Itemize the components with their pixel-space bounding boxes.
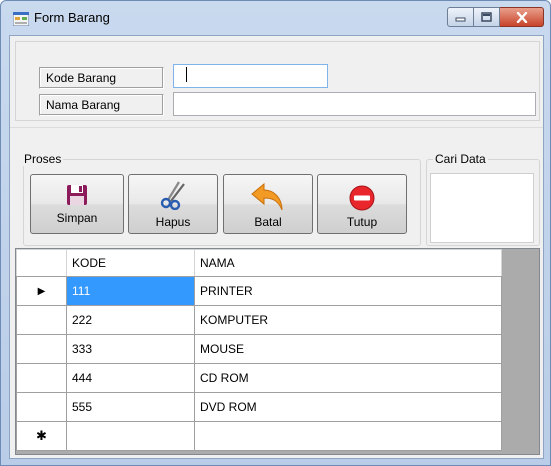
grid-cell-nama[interactable]: KOMPUTER [194, 305, 502, 335]
table-row[interactable]: ▶ 111 PRINTER [16, 276, 502, 306]
new-row-indicator[interactable]: ✱ [16, 421, 67, 451]
scissors-icon [160, 181, 185, 210]
grid-cell-kode[interactable]: 111 [66, 276, 195, 306]
data-grid-table: KODE NAMA ▶ 111 PRINTER 222 KOMPUTER 333… [16, 249, 502, 451]
new-row[interactable]: ✱ [16, 421, 502, 451]
grid-cell-kode[interactable] [66, 421, 195, 451]
grid-cell-nama[interactable]: DVD ROM [194, 392, 502, 422]
current-row-indicator[interactable]: ▶ [16, 276, 67, 306]
hapus-label: Hapus [155, 215, 191, 229]
grid-header-row: KODE NAMA [16, 249, 502, 277]
caption-buttons [447, 7, 544, 27]
title-bar[interactable]: Form Barang [1, 1, 550, 35]
cari-data-box[interactable] [430, 173, 534, 243]
simpan-label: Simpan [56, 211, 98, 225]
hapus-button[interactable]: Hapus [128, 174, 218, 234]
table-row[interactable]: 333 MOUSE [16, 334, 502, 364]
form-client-area: Kode Barang Nama Barang Proses Simpan Ha… [9, 35, 544, 459]
column-header-nama[interactable]: NAMA [194, 249, 502, 277]
kode-barang-input[interactable] [173, 64, 328, 88]
maximize-button[interactable] [474, 7, 500, 27]
table-row[interactable]: 555 DVD ROM [16, 392, 502, 422]
row-header[interactable] [16, 363, 67, 393]
maximize-icon [481, 12, 492, 22]
column-header-kode[interactable]: KODE [66, 249, 195, 277]
simpan-button[interactable]: Simpan [30, 174, 124, 234]
floppy-disk-icon [67, 185, 87, 205]
proses-group: Proses Simpan Hapus Batal Tutup [22, 152, 421, 246]
minimize-button[interactable] [447, 7, 474, 27]
tutup-button[interactable]: Tutup [317, 174, 407, 234]
batal-button[interactable]: Batal [223, 174, 313, 234]
data-grid[interactable]: KODE NAMA ▶ 111 PRINTER 222 KOMPUTER 333… [15, 248, 540, 455]
minimize-icon [455, 17, 466, 21]
kode-barang-label: Kode Barang [39, 67, 164, 89]
proses-group-label: Proses [22, 152, 64, 166]
batal-label: Batal [254, 215, 282, 229]
grid-cell-nama[interactable] [194, 421, 502, 451]
grid-cell-kode[interactable]: 555 [66, 392, 195, 422]
row-header-corner[interactable] [16, 249, 67, 277]
window-title: Form Barang [34, 10, 110, 25]
nama-barang-label: Nama Barang [39, 94, 164, 116]
cari-data-group: Cari Data [426, 152, 540, 246]
row-header[interactable] [16, 392, 67, 422]
nama-barang-input[interactable] [173, 92, 536, 116]
grid-cell-nama[interactable]: CD ROM [194, 363, 502, 393]
cari-data-group-label: Cari Data [433, 152, 488, 166]
close-icon [516, 11, 527, 23]
grid-cell-nama[interactable]: MOUSE [194, 334, 502, 364]
divider [10, 127, 543, 128]
input-panel: Kode Barang Nama Barang [15, 41, 540, 121]
form-barang-window: Form Barang Kode Barang Nama Barang Pros… [0, 0, 551, 466]
row-header[interactable] [16, 305, 67, 335]
grid-cell-kode[interactable]: 444 [66, 363, 195, 393]
table-row[interactable]: 444 CD ROM [16, 363, 502, 393]
row-header[interactable] [16, 334, 67, 364]
grid-cell-nama[interactable]: PRINTER [194, 276, 502, 306]
undo-arrow-icon [251, 182, 283, 211]
text-cursor [186, 67, 187, 82]
stop-icon [349, 185, 375, 211]
tutup-label: Tutup [346, 215, 378, 229]
app-form-icon [13, 12, 29, 26]
grid-cell-kode[interactable]: 222 [66, 305, 195, 335]
table-row[interactable]: 222 KOMPUTER [16, 305, 502, 335]
close-button[interactable] [500, 7, 544, 27]
grid-cell-kode[interactable]: 333 [66, 334, 195, 364]
